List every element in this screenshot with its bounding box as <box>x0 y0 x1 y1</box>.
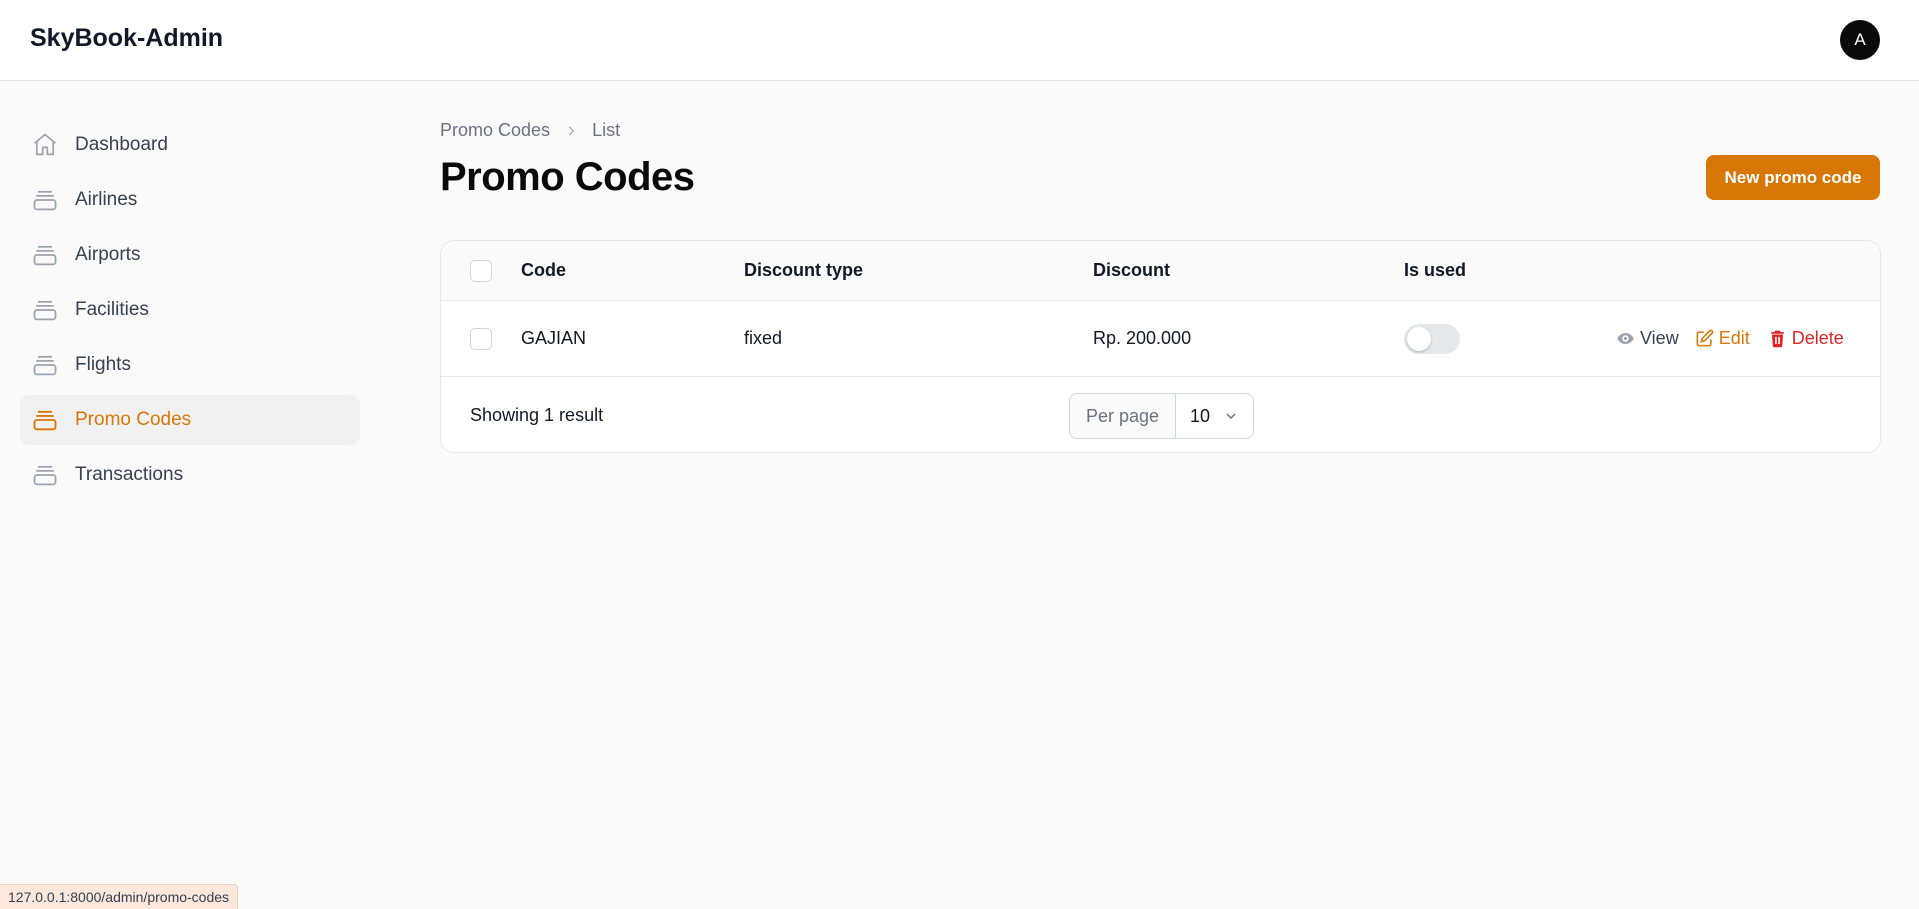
sidebar-item-dashboard[interactable]: Dashboard <box>20 120 360 170</box>
sidebar-item-promo-codes[interactable]: Promo Codes <box>20 395 360 445</box>
edit-label: Edit <box>1718 328 1750 348</box>
breadcrumb-link-promo-codes[interactable]: Promo Codes <box>440 120 550 141</box>
select-all-cell <box>470 241 492 300</box>
column-header-discount[interactable]: Discount <box>1093 241 1170 300</box>
per-page-control: Per page 10 <box>1069 393 1254 439</box>
user-avatar[interactable]: A <box>1840 20 1880 60</box>
breadcrumb-current: List <box>592 120 621 140</box>
toggle-knob <box>1407 326 1431 351</box>
per-page-select[interactable]: 10 <box>1176 394 1253 438</box>
chevron-down-icon <box>1226 413 1236 420</box>
delete-label: Delete <box>1791 328 1844 348</box>
table-header: Code Discount type Discount Is used <box>441 241 1880 301</box>
sidebar-item-facilities[interactable]: Facilities <box>20 285 360 335</box>
sidebar-item-label: Transactions <box>75 464 184 485</box>
discount-type-cell: fixed <box>744 328 783 348</box>
sidebar-item-label: Airports <box>75 244 141 265</box>
select-all-checkbox[interactable] <box>470 259 492 282</box>
top-bar: SkyBook-Admin A <box>0 0 1919 81</box>
page-title: Promo Codes <box>440 155 695 199</box>
stack-icon <box>30 295 60 325</box>
sidebar-item-label: Airlines <box>75 189 138 210</box>
stack-icon <box>30 405 60 435</box>
results-summary: Showing 1 result <box>470 405 604 425</box>
pencil-square-icon <box>1696 329 1713 347</box>
sidebar-item-airports[interactable]: Airports <box>20 230 360 280</box>
sidebar-item-label: Facilities <box>75 299 149 320</box>
is-used-cell <box>1404 301 1460 376</box>
main-content: Promo Codes List Promo Codes New promo c… <box>440 120 1881 453</box>
edit-action[interactable]: Edit <box>1695 328 1750 349</box>
stack-icon <box>30 460 60 490</box>
stack-icon <box>30 350 60 380</box>
view-action[interactable]: View <box>1616 328 1679 349</box>
sidebar-item-transactions[interactable]: Transactions <box>20 450 360 500</box>
discount-cell: Rp. 200.000 <box>1093 328 1192 348</box>
trash-icon <box>1770 330 1784 348</box>
sidebar-nav: Dashboard Airlines Airports Facilities F… <box>20 120 360 505</box>
table-row: GAJIAN fixed Rp. 200.000 View Edit Delet… <box>441 301 1880 377</box>
sidebar-item-label: Dashboard <box>75 134 168 155</box>
delete-action[interactable]: Delete <box>1768 328 1844 349</box>
brand-title[interactable]: SkyBook-Admin <box>30 24 223 53</box>
view-label: View <box>1640 328 1679 348</box>
new-promo-code-button[interactable]: New promo code <box>1706 155 1880 200</box>
chevron-right-icon <box>564 124 578 138</box>
breadcrumb: Promo Codes List <box>440 120 1880 141</box>
sidebar-item-label: Promo Codes <box>75 409 192 430</box>
home-icon <box>30 130 60 160</box>
table-footer: Showing 1 result Per page 10 <box>441 377 1880 452</box>
code-cell: GAJIAN <box>521 328 587 348</box>
row-checkbox[interactable] <box>470 327 492 350</box>
status-bar-url: 127.0.0.1:8000/admin/promo-codes <box>0 884 239 909</box>
per-page-value: 10 <box>1190 405 1211 426</box>
column-header-code[interactable]: Code <box>521 241 566 300</box>
sidebar-item-airlines[interactable]: Airlines <box>20 175 360 225</box>
row-select-cell <box>470 301 492 376</box>
column-header-discount-type[interactable]: Discount type <box>744 241 863 300</box>
eye-icon <box>1617 332 1634 345</box>
stack-icon <box>30 185 60 215</box>
row-actions: View Edit Delete <box>1616 301 1844 376</box>
column-header-is-used[interactable]: Is used <box>1404 241 1466 300</box>
stack-icon <box>30 240 60 270</box>
per-page-label: Per page <box>1070 394 1176 438</box>
sidebar-item-flights[interactable]: Flights <box>20 340 360 390</box>
promo-codes-table: Code Discount type Discount Is used GAJI… <box>440 240 1881 453</box>
sidebar-item-label: Flights <box>75 354 131 375</box>
is-used-toggle[interactable] <box>1404 323 1460 354</box>
